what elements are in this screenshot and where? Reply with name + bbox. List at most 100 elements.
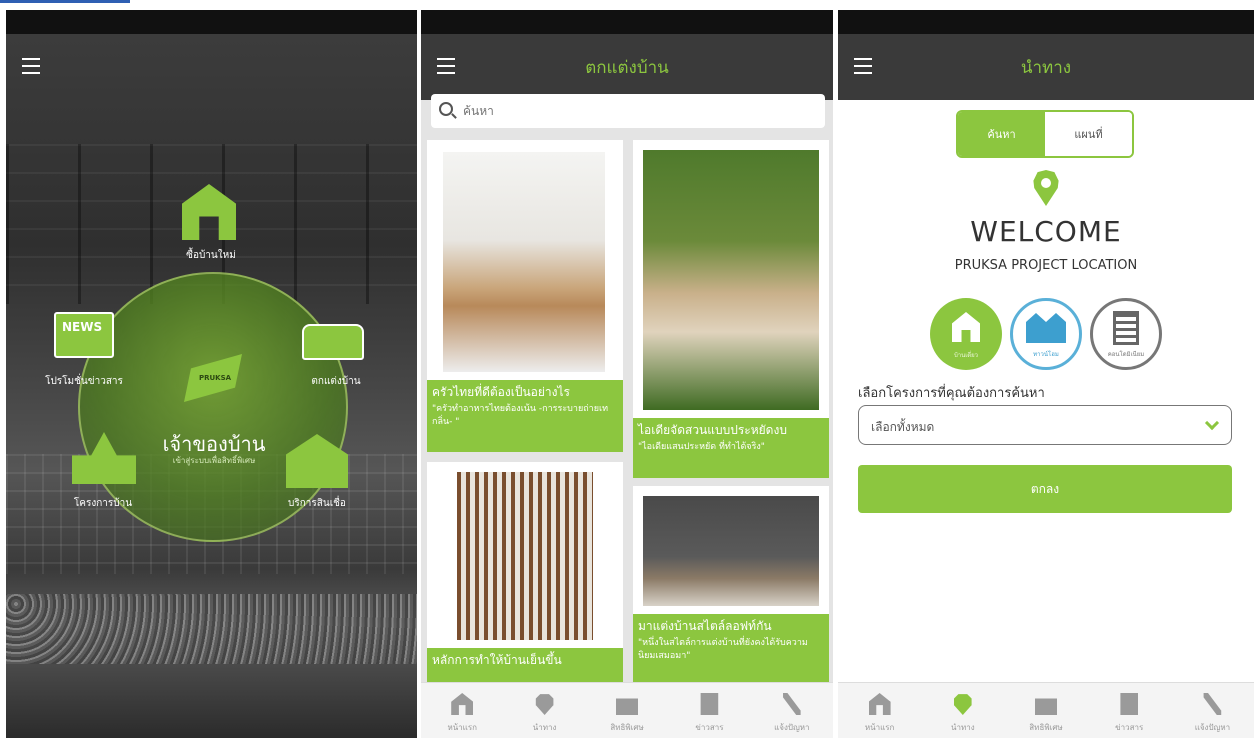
ok-button[interactable]: ตกลง [858,465,1232,513]
article-title: ครัวไทยที่ดีต้องเป็นอย่างไร [432,385,570,399]
menu-icon[interactable] [437,58,455,74]
type-label: บ้านเดี่ยว [953,352,979,359]
building-icon [1113,311,1139,345]
menu-news-label: โปรโมชั่นข่าวสาร [45,376,123,387]
owner-subtitle: เข้าสู่ระบบเพื่อสิทธิ์พิเศษ [172,456,256,465]
tab-label: นำทาง [532,723,557,732]
townhome-icon [1026,313,1066,343]
tab-navigation[interactable]: นำทาง [503,683,585,738]
tab-label: หน้าแรก [864,723,895,732]
status-bar [838,10,1254,34]
menu-icon[interactable] [854,58,872,74]
menu-buy-house-label: ซื้อบ้านใหม่ [186,250,236,261]
menu-project-label: โครงการบ้าน [73,498,133,509]
article-card[interactable]: หลักการทำให้บ้านเย็นขึ้น [427,462,623,682]
app-bar: นำทาง [838,34,1254,100]
location-pin-hole [1041,178,1051,188]
type-single-house[interactable]: บ้านเดี่ยว [930,298,1002,370]
background-photo: PRUKSA เจ้าของบ้าน เข้าสู่ระบบเพื่อสิทธิ… [6,34,417,738]
article-card[interactable]: มาแต่งบ้านสไตล์ลอฟท์กัน "หนึ่งในสไตล์การ… [633,486,829,682]
news-icon: NEWS [54,312,114,358]
loft-office-photo [643,496,819,606]
tab-search[interactable]: ค้นหา [958,112,1045,156]
menu-decor-label: ตกแต่งบ้าน [311,376,361,387]
status-bar [421,10,833,34]
home-screen: PRUKSA เจ้าของบ้าน เข้าสู่ระบบเพื่อสิทธิ… [6,10,417,738]
type-townhome[interactable]: ทาวน์โฮม [1010,298,1082,370]
gift-icon [616,698,639,715]
article-card[interactable]: ครัวไทยที่ดีต้องเป็นอย่างไร "ครัวทำอาหาร… [427,140,623,452]
tab-report-problem[interactable]: แจ้งปัญหา [1171,683,1254,738]
article-desc: "หนึ่งในสไตล์การแต่งบ้านที่ยังคงได้รับคว… [638,638,808,661]
gravel-texture [6,594,417,664]
wooden-partition-photo [457,472,593,640]
dropdown-value: เลือกทั้งหมด [871,420,935,434]
gift-icon [1035,698,1057,715]
chevron-down-icon [1204,415,1220,431]
bottom-tab-bar: หน้าแรก นำทาง สิทธิพิเศษ ข่าวสาร แจ้งปัญ… [421,682,833,738]
article-title-block: ไอเดียจัดสวนแบบประหยัดงบ "ไอเดียแสนประหย… [633,418,829,478]
tab-label: ข่าวสาร [1115,723,1144,732]
article-desc: "ครัวทำอาหารไทยต้องเน้น -การระบายถ่ายเทก… [432,404,609,427]
bottom-tab-bar: หน้าแรก นำทาง สิทธิพิเศษ ข่าวสาร แจ้งปัญ… [838,682,1254,738]
newspaper-icon [700,693,719,715]
article-title-block: หลักการทำให้บ้านเย็นขึ้น [427,648,623,682]
article-card[interactable]: ไอเดียจัดสวนแบบประหยัดงบ "ไอเดียแสนประหย… [633,140,829,478]
tab-report-problem[interactable]: แจ้งปัญหา [751,683,833,738]
article-title: หลักการทำให้บ้านเย็นขึ้น [432,653,562,667]
top-accent-line [0,0,130,3]
page-title: ตกแต่งบ้าน [585,57,669,78]
pruksa-logo-text: PRUKSA [198,374,232,382]
tab-privileges[interactable]: สิทธิพิเศษ [1004,683,1087,738]
article-desc: "ไอเดียแสนประหยัด ที่ทำได้จริง" [638,442,765,452]
search-map-toggle: ค้นหา แผนที่ [956,110,1134,158]
type-label: คอนโดมิเนียม [1107,351,1145,358]
tab-label: สิทธิพิเศษ [610,723,644,732]
menu-icon[interactable] [22,58,40,74]
house-icon [952,312,980,342]
home-icon [868,693,891,715]
search-input[interactable] [463,100,803,122]
decor-screen: ตกแต่งบ้าน ครัวไทยที่ดีต้องเป็นอย่างไร "… [421,10,833,738]
article-title: มาแต่งบ้านสไตล์ลอฟท์กัน [638,619,772,633]
search-bar[interactable] [431,94,825,128]
page-title: นำทาง [1020,57,1072,78]
newspaper-icon [1120,693,1139,715]
tab-home[interactable]: หน้าแรก [421,683,503,738]
navigation-screen: นำทาง ค้นหา แผนที่ WELCOME PRUKSA PROJEC… [838,10,1254,738]
article-title: ไอเดียจัดสวนแบบประหยัดงบ [638,423,787,437]
location-pin-icon [535,694,554,715]
home-icon [451,693,474,715]
article-title-block: ครัวไทยที่ดีต้องเป็นอย่างไร "ครัวทำอาหาร… [427,380,623,452]
tab-navigation[interactable]: นำทาง [921,683,1004,738]
tab-news[interactable]: ข่าวสาร [668,683,750,738]
project-location-subtitle: PRUKSA PROJECT LOCATION [954,258,1138,273]
select-project-label: เลือกโครงการที่คุณต้องการค้นหา [858,386,1045,401]
tab-label: ข่าวสาร [695,723,724,732]
tab-privileges[interactable]: สิทธิพิเศษ [586,683,668,738]
type-condo[interactable]: คอนโดมิเนียม [1090,298,1162,370]
search-icon [439,102,453,116]
location-pin-icon [953,694,972,715]
tab-news[interactable]: ข่าวสาร [1088,683,1171,738]
tab-label: แจ้งปัญหา [1194,723,1231,732]
tools-icon [1203,693,1222,715]
type-label: ทาวน์โฮม [1033,351,1059,358]
tab-label: แจ้งปัญหา [774,723,810,732]
tab-label: หน้าแรก [447,723,477,732]
welcome-heading: WELCOME [970,215,1122,248]
tab-map[interactable]: แผนที่ [1045,112,1132,156]
tools-icon [783,693,801,715]
project-dropdown[interactable]: เลือกทั้งหมด [858,405,1232,445]
garden-photo [643,150,819,410]
app-bar: ตกแต่งบ้าน [421,34,833,100]
status-bar [6,10,417,34]
tab-label: สิทธิพิเศษ [1029,723,1063,732]
menu-loan-label: บริการสินเชื่อ [288,498,346,509]
tab-label: นำทาง [950,723,975,732]
kitchen-photo [443,152,605,372]
sofa-icon [302,324,364,360]
news-badge: NEWS [62,320,103,334]
tab-home[interactable]: หน้าแรก [838,683,921,738]
article-title-block: มาแต่งบ้านสไตล์ลอฟท์กัน "หนึ่งในสไตล์การ… [633,614,829,682]
